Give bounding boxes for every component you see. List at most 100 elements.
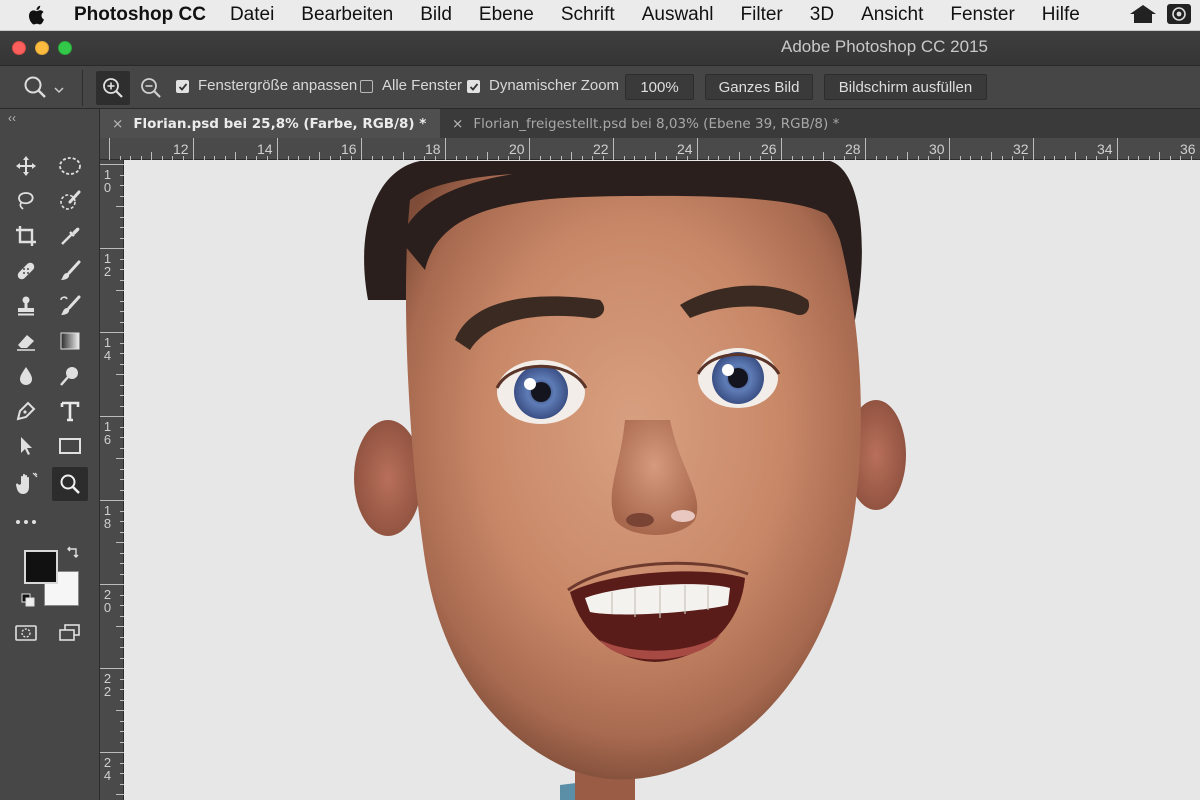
fit-window-label: Fenstergröße anpassen xyxy=(198,77,358,94)
foreground-color-swatch[interactable] xyxy=(24,550,58,584)
menu-ansicht[interactable]: Ansicht xyxy=(861,4,923,26)
history-brush-tool-icon[interactable] xyxy=(52,289,88,323)
default-colors-icon[interactable] xyxy=(21,593,35,612)
dynamic-zoom-label: Dynamischer Zoom xyxy=(489,77,620,94)
options-bar: Fenstergröße anpassen Alle Fenster Dynam… xyxy=(0,65,1200,109)
horizontal-ruler[interactable]: 12 14 16 18 20 22 24 26 28 30 32 34 36 xyxy=(100,138,1200,160)
zoom-window-button[interactable] xyxy=(58,41,72,55)
ruler-label: 22 xyxy=(593,141,609,157)
crop-tool-icon[interactable] xyxy=(8,219,44,253)
swap-colors-icon[interactable] xyxy=(66,545,80,564)
ruler-label: 22 xyxy=(103,671,112,699)
ruler-label: 24 xyxy=(677,141,693,157)
checkmark-icon xyxy=(178,82,187,91)
ruler-label: 20 xyxy=(103,587,112,615)
menu-bild[interactable]: Bild xyxy=(420,4,452,26)
zoom-preset-icon xyxy=(22,74,48,104)
quick-selection-tool-icon[interactable] xyxy=(52,184,88,218)
ruler-label: 24 xyxy=(103,755,112,783)
zoom-tool-icon[interactable] xyxy=(52,467,88,501)
document-canvas[interactable] xyxy=(125,161,1200,800)
brush-tool-icon[interactable] xyxy=(52,254,88,288)
ruler-label: 14 xyxy=(257,141,273,157)
all-windows-label: Alle Fenster xyxy=(382,77,463,94)
app-menu[interactable]: Photoshop CC xyxy=(74,4,206,26)
fit-window-checkbox[interactable] xyxy=(176,80,189,93)
ruler-label: 12 xyxy=(173,141,189,157)
menu-bearbeiten[interactable]: Bearbeiten xyxy=(301,4,393,26)
tab-label: Florian.psd bei 25,8% (Farbe, RGB/8) * xyxy=(133,115,427,132)
mac-menu-bar: Photoshop CC Datei Bearbeiten Bild Ebene… xyxy=(0,0,1200,31)
fit-screen-button[interactable]: Ganzes Bild xyxy=(705,74,813,100)
options-divider xyxy=(82,70,83,106)
menu-ebene[interactable]: Ebene xyxy=(479,4,534,26)
zoom-out-button[interactable] xyxy=(134,71,168,105)
ruler-label: 28 xyxy=(845,141,861,157)
eyedropper-tool-icon[interactable] xyxy=(52,219,88,253)
more-tools-icon[interactable] xyxy=(8,505,44,539)
type-tool-icon[interactable] xyxy=(52,394,88,428)
minimize-window-button[interactable] xyxy=(35,41,49,55)
marquee-tool-icon[interactable] xyxy=(52,149,88,183)
move-tool-icon[interactable] xyxy=(8,149,44,183)
collapse-panel-icon[interactable]: ‹‹ xyxy=(8,111,16,125)
chevron-down-icon xyxy=(54,81,64,98)
menu-auswahl[interactable]: Auswahl xyxy=(642,4,714,26)
eraser-tool-icon[interactable] xyxy=(8,324,44,358)
window-title-bar: Adobe Photoshop CC 2015 xyxy=(0,31,1200,65)
airplay-status-icon[interactable] xyxy=(1166,3,1192,30)
hand-tool-icon[interactable] xyxy=(8,467,44,501)
ruler-label: 20 xyxy=(509,141,525,157)
checkmark-icon xyxy=(469,82,478,91)
zoom-in-button[interactable] xyxy=(96,71,130,105)
caricature-portrait-image xyxy=(354,161,906,800)
window-title: Adobe Photoshop CC 2015 xyxy=(781,37,988,56)
tab-florian-freigestellt[interactable]: × Florian_freigestellt.psd bei 8,03% (Eb… xyxy=(440,109,920,138)
pen-tool-icon[interactable] xyxy=(8,394,44,428)
ruler-label: 14 xyxy=(103,335,112,363)
screen-mode-icon[interactable] xyxy=(52,616,88,650)
ruler-label: 10 xyxy=(103,167,112,195)
close-window-button[interactable] xyxy=(12,41,26,55)
ruler-label: 16 xyxy=(103,419,112,447)
menu-3d[interactable]: 3D xyxy=(810,4,834,26)
lasso-tool-icon[interactable] xyxy=(8,184,44,218)
vertical-ruler[interactable]: 10 12 14 16 18 20 22 24 xyxy=(100,160,124,800)
dodge-tool-icon[interactable] xyxy=(52,359,88,393)
menu-fenster[interactable]: Fenster xyxy=(950,4,1014,26)
apple-menu-icon[interactable] xyxy=(0,0,74,31)
menu-filter[interactable]: Filter xyxy=(741,4,783,26)
zoom-out-icon xyxy=(141,78,161,98)
tab-florian[interactable]: × Florian.psd bei 25,8% (Farbe, RGB/8) * xyxy=(100,109,440,138)
ruler-label: 34 xyxy=(1097,141,1113,157)
zoom-100-button[interactable]: 100% xyxy=(625,74,694,100)
close-tab-icon[interactable]: × xyxy=(112,116,123,132)
clone-stamp-tool-icon[interactable] xyxy=(8,289,44,323)
ruler-label: 36 xyxy=(1180,141,1196,157)
blur-tool-icon[interactable] xyxy=(8,359,44,393)
menu-hilfe[interactable]: Hilfe xyxy=(1042,4,1080,26)
fill-screen-button[interactable]: Bildschirm ausfüllen xyxy=(824,74,987,100)
tool-preset-picker[interactable] xyxy=(22,74,64,104)
ruler-label: 26 xyxy=(761,141,777,157)
rectangle-tool-icon[interactable] xyxy=(52,429,88,463)
ruler-label: 12 xyxy=(103,251,112,279)
path-selection-tool-icon[interactable] xyxy=(8,429,44,463)
ruler-label: 18 xyxy=(425,141,441,157)
document-tabs: × Florian.psd bei 25,8% (Farbe, RGB/8) *… xyxy=(100,109,1200,138)
all-windows-checkbox[interactable] xyxy=(360,80,373,93)
gradient-tool-icon[interactable] xyxy=(52,324,88,358)
ruler-label: 30 xyxy=(929,141,945,157)
home-icon[interactable] xyxy=(1128,3,1158,30)
quick-mask-icon[interactable] xyxy=(8,616,44,650)
menu-schrift[interactable]: Schrift xyxy=(561,4,615,26)
healing-brush-tool-icon[interactable] xyxy=(8,254,44,288)
ruler-label: 16 xyxy=(341,141,357,157)
tab-label: Florian_freigestellt.psd bei 8,03% (Eben… xyxy=(473,115,840,132)
ruler-label: 18 xyxy=(103,503,112,531)
dynamic-zoom-checkbox[interactable] xyxy=(467,80,480,93)
ruler-label: 32 xyxy=(1013,141,1029,157)
menu-datei[interactable]: Datei xyxy=(230,4,274,26)
close-tab-icon[interactable]: × xyxy=(452,116,463,132)
zoom-in-icon xyxy=(103,78,123,98)
